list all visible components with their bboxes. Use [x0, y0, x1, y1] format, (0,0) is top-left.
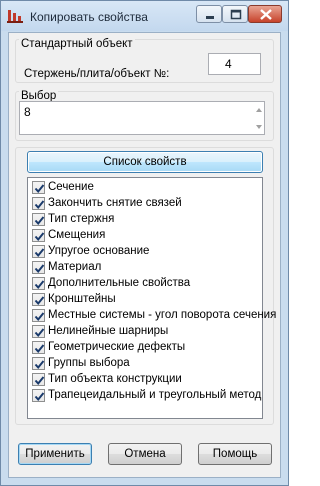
checkbox[interactable]	[32, 389, 45, 402]
title-bar[interactable]: Копировать свойства	[1, 1, 288, 31]
property-item-label: Нелинейные шарниры	[48, 325, 169, 337]
copy-properties-dialog: Копировать свойства Стандартный объект С…	[0, 0, 289, 486]
checkmark-icon	[34, 296, 45, 306]
property-item-label: Местные системы - угол поворота сечения	[48, 309, 277, 321]
minimize-button[interactable]	[196, 5, 222, 23]
help-button[interactable]: Помощь	[198, 443, 272, 465]
checkbox[interactable]	[32, 229, 45, 242]
checkbox[interactable]	[32, 341, 45, 354]
close-icon	[260, 9, 272, 20]
scroll-down-arrow-icon[interactable]	[254, 123, 264, 131]
property-item-label: Закончить снятие связей	[48, 197, 182, 209]
property-item-label: Трапецеидальный и треугольный метод	[48, 389, 262, 401]
object-number-input[interactable]: 4	[208, 53, 261, 75]
dialog-client-area: Стандартный объект Стержень/плита/объект…	[8, 32, 281, 478]
property-item-label: Упругое основание	[48, 245, 150, 257]
checkmark-icon	[34, 200, 45, 210]
maximize-button[interactable]	[222, 5, 248, 23]
property-item-label: Материал	[48, 261, 102, 273]
checkmark-icon	[34, 184, 45, 194]
scroll-up-arrow-icon[interactable]	[254, 106, 264, 114]
property-item-label: Смещения	[48, 229, 106, 241]
close-button[interactable]	[248, 5, 282, 23]
object-number-caption: Стержень/плита/объект №:	[24, 68, 170, 80]
checkbox[interactable]	[32, 357, 45, 370]
checkmark-icon	[34, 360, 45, 370]
checkbox[interactable]	[32, 293, 45, 306]
app-logo-icon	[7, 10, 23, 23]
checkmark-icon	[34, 280, 45, 290]
property-item-label: Группы выбора	[48, 357, 130, 369]
property-list-button[interactable]: Список свойств	[27, 151, 263, 173]
checkmark-icon	[34, 248, 45, 258]
checkbox[interactable]	[32, 245, 45, 258]
checkmark-icon	[34, 264, 45, 274]
checkbox[interactable]	[32, 261, 45, 274]
apply-button[interactable]: Применить	[18, 443, 92, 465]
checkbox[interactable]	[32, 277, 45, 290]
checkbox[interactable]	[32, 213, 45, 226]
checkbox[interactable]	[32, 197, 45, 210]
checkmark-icon	[34, 232, 45, 242]
selection-value: 8	[24, 105, 31, 119]
property-checklist: Сечение Закончить снятие связей Тип стер…	[27, 177, 276, 419]
checkbox[interactable]	[32, 325, 45, 338]
minimize-icon	[206, 16, 214, 19]
checkmark-icon	[34, 328, 45, 338]
checkmark-icon	[34, 392, 45, 402]
checkmark-icon	[34, 344, 45, 354]
cancel-button[interactable]: Отмена	[108, 443, 182, 465]
maximize-icon	[230, 9, 242, 20]
checkbox[interactable]	[32, 373, 45, 386]
standard-object-group-label: Стандартный объект	[19, 38, 135, 50]
checkmark-icon	[34, 376, 45, 386]
property-item-label: Сечение	[48, 181, 94, 193]
checkmark-icon	[34, 312, 45, 322]
property-item-label: Тип объекта конструкции	[48, 373, 182, 385]
checkmark-icon	[34, 216, 45, 226]
checkbox[interactable]	[32, 309, 45, 322]
checkbox[interactable]	[32, 181, 45, 194]
window-title: Копировать свойства	[30, 10, 148, 24]
property-item-label: Дополнительные свойства	[48, 277, 191, 289]
property-item-label: Кронштейны	[48, 293, 116, 305]
property-item-label: Тип стержня	[48, 213, 115, 225]
property-item-label: Геометрические дефекты	[48, 341, 186, 353]
selection-input[interactable]: 8	[19, 101, 265, 135]
